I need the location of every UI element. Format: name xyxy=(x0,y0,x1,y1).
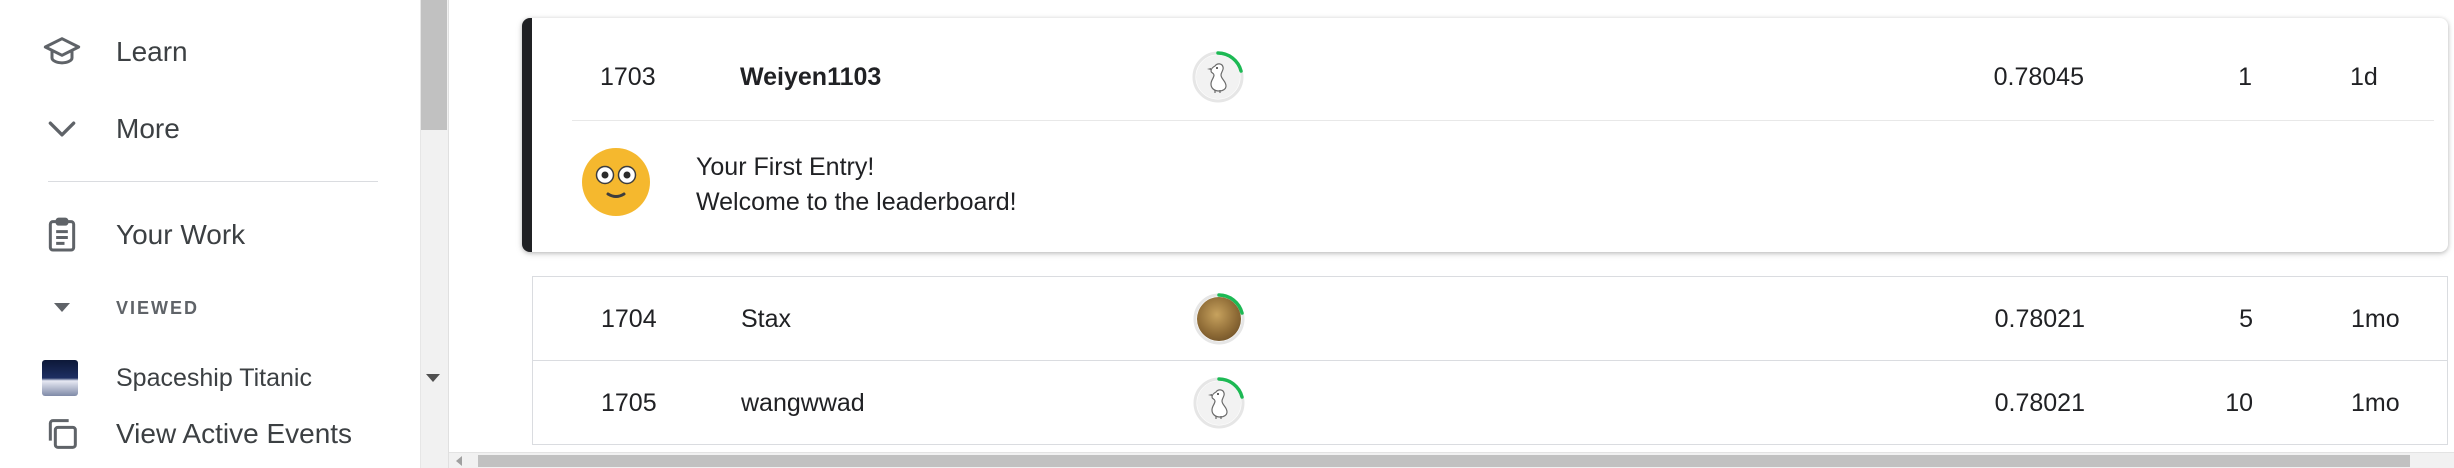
sidebar-border xyxy=(448,0,449,468)
leaderboard-row-highlighted[interactable]: 1703 Weiyen1103 0.78045 1 1d Your First … xyxy=(522,18,2448,252)
viewed-item-label: Spaceship Titanic xyxy=(116,363,312,392)
clipboard-icon xyxy=(40,213,84,257)
leaderboard-row[interactable]: 1704 Stax 0.78021 5 1mo xyxy=(532,276,2448,361)
sidebar-item-view-active-events[interactable]: View Active Events xyxy=(40,412,352,456)
rank-cell: 1704 xyxy=(601,304,657,333)
team-name-cell[interactable]: wangwwad xyxy=(741,361,865,445)
first-entry-body: Welcome to the leaderboard! xyxy=(696,188,1017,216)
first-entry-title: Your First Entry! xyxy=(696,153,875,181)
last-submission-cell: 1d xyxy=(2350,62,2378,91)
entries-cell: 5 xyxy=(2239,304,2253,333)
leaderboard-row[interactable]: 1705 wangwwad 0.78021 10 1mo xyxy=(532,360,2448,445)
score-cell: 0.78045 xyxy=(1993,62,2084,91)
sidebar-divider xyxy=(48,181,378,182)
last-submission-cell: 1mo xyxy=(2351,304,2400,333)
team-avatar[interactable] xyxy=(1193,293,1245,345)
team-avatar[interactable] xyxy=(1192,51,1244,103)
team-name-cell[interactable]: Stax xyxy=(741,277,791,361)
smiley-face-icon xyxy=(580,146,652,223)
copy-stack-icon xyxy=(40,412,84,456)
chevron-down-icon xyxy=(40,107,84,151)
entries-cell: 1 xyxy=(2238,62,2252,91)
sidebar-item-your-work[interactable]: Your Work xyxy=(40,213,245,257)
sidebar-item-label: Your Work xyxy=(116,219,246,250)
highlighted-row-cells: 1703 Weiyen1103 0.78045 1 1d xyxy=(532,35,2448,119)
score-cell: 0.78021 xyxy=(1994,388,2085,417)
row-cells: 1704 Stax 0.78021 5 1mo xyxy=(533,277,2447,362)
competition-thumbnail xyxy=(42,360,78,396)
horizontal-scrollbar-thumb[interactable] xyxy=(478,455,2410,467)
team-avatar[interactable] xyxy=(1193,377,1245,429)
user-photo-avatar xyxy=(1197,297,1241,341)
viewed-section-toggle[interactable]: VIEWED xyxy=(40,292,199,324)
sidebar-item-label: Learn xyxy=(116,36,188,67)
viewed-item-spaceship-titanic[interactable]: Spaceship Titanic xyxy=(42,360,312,396)
sidebar-item-label: More xyxy=(116,113,180,144)
sidebar-item-learn[interactable]: Learn xyxy=(40,30,188,74)
last-submission-cell: 1mo xyxy=(2351,388,2400,417)
score-cell: 0.78021 xyxy=(1994,304,2085,333)
sidebar-item-more[interactable]: More xyxy=(40,107,180,151)
row-cells: 1705 wangwwad 0.78021 10 1mo xyxy=(533,361,2447,446)
team-name-cell[interactable]: Weiyen1103 xyxy=(740,35,881,119)
default-goose-avatar-icon xyxy=(1197,381,1241,425)
viewed-section-label: VIEWED xyxy=(116,297,200,318)
rank-cell: 1703 xyxy=(600,62,656,91)
sidebar: Learn More Your Work VIEWED Spaceship Ti… xyxy=(0,0,420,468)
scroll-left-arrow-icon[interactable] xyxy=(456,456,462,466)
row-divider xyxy=(572,120,2434,121)
caret-down-icon xyxy=(40,292,84,324)
first-entry-message: Your First Entry! Welcome to the leaderb… xyxy=(696,150,1017,220)
scroll-down-arrow-icon[interactable] xyxy=(426,374,440,382)
rank-cell: 1705 xyxy=(601,388,657,417)
sidebar-scrollbar-thumb[interactable] xyxy=(421,0,447,130)
default-goose-avatar-icon xyxy=(1196,55,1240,99)
graduation-cap-icon xyxy=(40,30,84,74)
entries-cell: 10 xyxy=(2225,388,2253,417)
sidebar-item-label: View Active Events xyxy=(116,418,353,449)
